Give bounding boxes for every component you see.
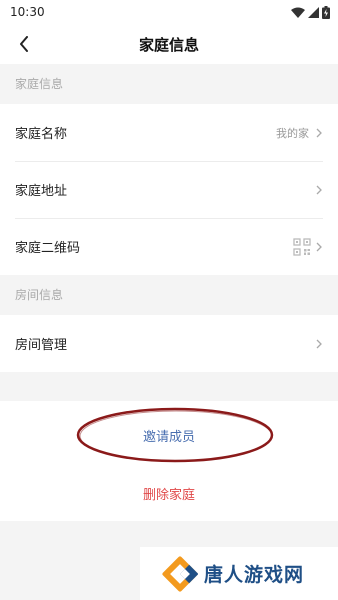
wifi-icon <box>291 7 305 18</box>
row-label: 房间管理 <box>15 338 68 353</box>
page-title: 家庭信息 <box>138 35 199 54</box>
row-home-qrcode[interactable]: 家庭二维码 <box>0 218 338 275</box>
status-bar: 10:30 <box>0 0 338 24</box>
qr-code-icon <box>293 237 311 256</box>
chevron-right-icon <box>316 339 322 348</box>
invite-member-button[interactable]: 邀请成员 <box>0 415 338 455</box>
row-room-management[interactable]: 房间管理 <box>0 315 338 372</box>
row-label: 家庭名称 <box>15 127 68 142</box>
section-header-room-info: 房间信息 <box>0 275 338 315</box>
watermark-text: 唐人游戏网 <box>204 564 305 586</box>
delete-home-button[interactable]: 删除家庭 <box>0 473 338 513</box>
watermark: 唐人游戏网 <box>140 547 338 600</box>
actions-panel: 邀请成员 删除家庭 <box>0 401 338 521</box>
row-value: 我的家 <box>276 126 309 140</box>
divider-gap <box>0 372 338 401</box>
status-time: 10:30 <box>10 5 45 19</box>
chevron-right-icon <box>316 185 322 194</box>
battery-icon <box>322 5 330 19</box>
row-label: 家庭地址 <box>15 184 68 199</box>
nav-bar: 家庭信息 <box>0 24 338 64</box>
chevron-right-icon <box>316 128 322 137</box>
row-home-name[interactable]: 家庭名称 我的家 <box>0 104 338 161</box>
section-header-home-info: 家庭信息 <box>0 64 338 104</box>
row-home-address[interactable]: 家庭地址 <box>0 161 338 218</box>
home-info-list: 家庭名称 我的家 家庭地址 家庭二维码 <box>0 104 338 275</box>
status-icons <box>291 5 330 19</box>
watermark-logo-icon <box>162 555 198 592</box>
signal-icon <box>308 6 319 18</box>
row-label: 家庭二维码 <box>15 241 81 256</box>
chevron-right-icon <box>316 242 322 251</box>
room-info-list: 房间管理 <box>0 315 338 372</box>
back-arrow-icon <box>20 36 28 52</box>
back-button[interactable] <box>8 28 40 60</box>
